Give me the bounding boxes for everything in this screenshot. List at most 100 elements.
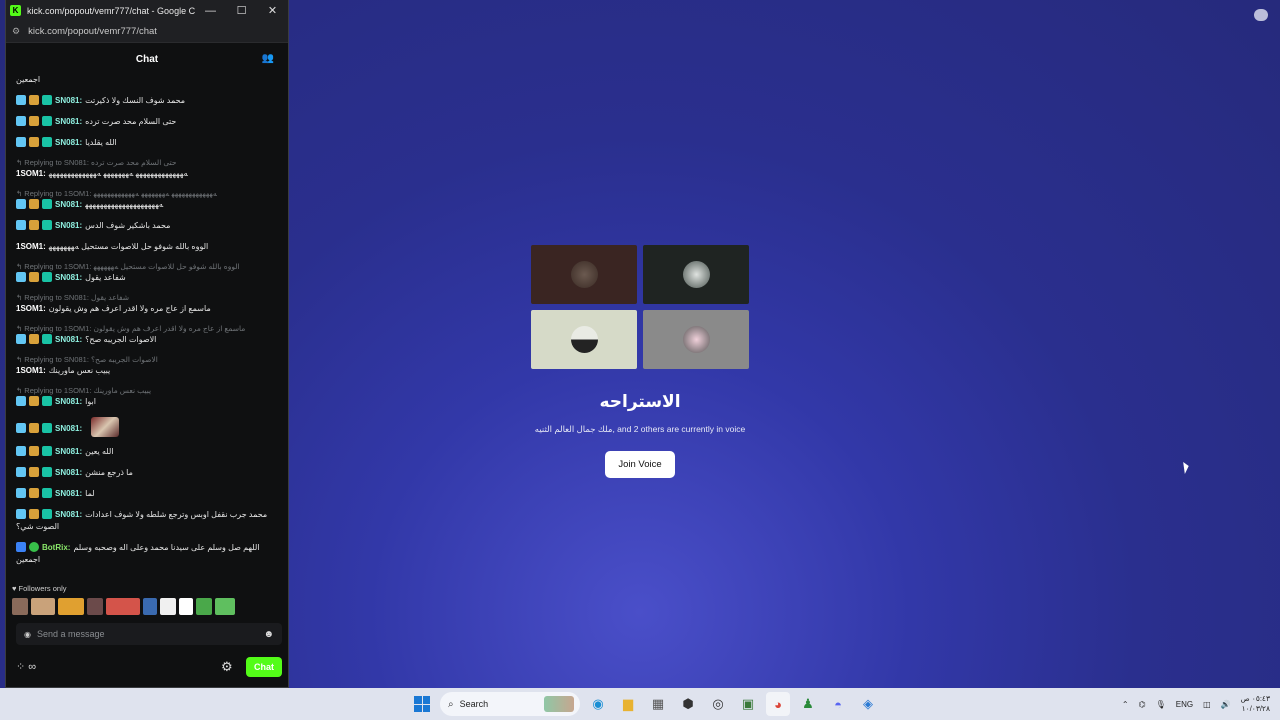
discord-icon[interactable]: ◓ (826, 692, 850, 716)
reply-context[interactable]: ↰ Replying to 1SOM1: يبيب نعس ماورينك (16, 386, 280, 395)
emote[interactable] (12, 598, 28, 615)
store-icon[interactable]: ▦ (646, 692, 670, 716)
send-chat-button[interactable]: Chat (246, 657, 282, 677)
message-input[interactable]: ◉ Send a message ☻ (16, 623, 282, 645)
taskbar-search[interactable]: ⌕ Search (440, 692, 580, 716)
reply-context[interactable]: ↰ Replying to 1SOM1: الووه بالله شوفو حل … (16, 262, 280, 271)
volume-icon[interactable]: 🔊 (1221, 700, 1231, 709)
mod-badge-icon (16, 95, 26, 105)
crown-badge-icon (29, 334, 39, 344)
users-icon[interactable]: 👥 (262, 53, 274, 64)
reply-context[interactable]: ↰ Replying to 1SOM1: ماسمع از عاج مره ولا… (16, 324, 280, 333)
message-username[interactable]: SN081: (55, 200, 82, 209)
message-username[interactable]: SN081: (55, 138, 82, 147)
mod-badge-icon (16, 220, 26, 230)
message-username[interactable]: SN081: (55, 335, 82, 344)
emote[interactable] (143, 598, 157, 615)
emote[interactable] (106, 598, 140, 615)
emote[interactable] (87, 598, 103, 615)
maximize-button[interactable]: ☐ (226, 4, 257, 17)
language-indicator[interactable]: ENG (1176, 700, 1193, 709)
chat-message[interactable]: SN081: محمد باشكير شوف الدس (16, 220, 280, 232)
steam-icon[interactable]: ◎ (706, 692, 730, 716)
chat-message[interactable]: 1SOM1: يبيب نعس ماورينك (16, 365, 280, 377)
network-icon[interactable]: ⌬ (1139, 700, 1146, 709)
followers-only-label: ♥ Followers only (12, 584, 66, 593)
message-username[interactable]: SN081: (55, 221, 82, 230)
emote[interactable] (58, 598, 84, 615)
chat-tools-icon[interactable]: ⁘ ∞ (16, 660, 36, 673)
settings-gear-icon[interactable]: ⚙ (221, 659, 233, 675)
message-username[interactable]: BotRix: (42, 543, 70, 552)
app-icon[interactable]: ◈ (856, 692, 880, 716)
file-explorer-icon[interactable]: ▆ (616, 692, 640, 716)
chat-message[interactable]: SN081: لما (16, 488, 280, 500)
emoji-icon[interactable]: ☻ (263, 629, 274, 640)
chat-message[interactable]: 1SOM1: ماسمع از عاج مره ولا اقدر اعرف هم … (16, 303, 280, 315)
mod-badge-icon (16, 334, 26, 344)
chat-message[interactable]: SN081: الله يعين (16, 446, 280, 458)
clock[interactable]: ٠٥:٤٣ ص ١٠/٠٣/٢٨ (1241, 694, 1270, 714)
app-icon[interactable]: ⬢ (676, 692, 700, 716)
chat-message[interactable]: SN081: ابوا (16, 396, 280, 408)
join-voice-button[interactable]: Join Voice (605, 451, 675, 478)
chevron-up-icon[interactable]: ⌃ (1122, 700, 1129, 709)
message-username[interactable]: SN081: (55, 489, 82, 498)
start-button[interactable] (410, 692, 434, 716)
taskbar: ⌕ Search ◉ ▆ ▦ ⬢ ◎ ▣ ◕ ♟ ◓ ◈ ⌃ ⌬ 🎙 ENG ◫… (0, 688, 1280, 720)
chat-message[interactable]: 1SOM1: ﻪﻬﻬﻬﻬﻬﻬﻬﻬﻬﻬﻬﻬﻬ ﻪﻬﻬﻬﻬﻬﻬﻬ ﻪﻬﻬﻬﻬﻬﻬﻬﻬﻬ… (16, 168, 280, 180)
message-username[interactable]: SN081: (55, 510, 82, 519)
game-icon[interactable]: ▣ (736, 692, 760, 716)
microphone-icon[interactable]: 🎙 (1156, 700, 1166, 709)
message-username[interactable]: SN081: (55, 96, 82, 105)
chat-message[interactable]: SN081: شفاعد يقول (16, 272, 280, 284)
emote[interactable] (215, 598, 235, 615)
chat-message[interactable]: 1SOM1: الووه بالله شوفو حل للاصوات مستحيل… (16, 241, 280, 253)
site-info-icon[interactable]: ⚙ (12, 26, 20, 37)
wifi-icon[interactable]: ◫ (1203, 700, 1211, 709)
message-list: SN081: محمد شوف النسك ولا ذكيرتت SN081: حتى… (16, 95, 280, 566)
message-username[interactable]: SN081: (55, 424, 82, 433)
minimize-button[interactable]: — (195, 5, 226, 17)
vip-badge-icon (42, 272, 52, 282)
emote[interactable] (160, 598, 176, 615)
chat-message[interactable]: SN081: (16, 417, 280, 437)
message-username[interactable]: 1SOM1: (16, 242, 46, 251)
mod-badge-icon (16, 272, 26, 282)
message-username[interactable]: SN081: (55, 273, 82, 282)
reply-context[interactable]: ↰ Replying to SN081: الاصوات الجريبه صح؟ (16, 355, 280, 364)
crown-badge-icon (29, 467, 39, 477)
reply-context[interactable]: ↰ Replying to 1SOM1: ﻪﻬﻬﻬﻬﻬﻬﻬﻬﻬﻬﻬﻬ ﻪﻬﻬﻬﻬﻬ… (16, 189, 280, 198)
chat-message[interactable]: BotRix: اللهم صل وسلم على سيدنا محمد وعلى… (16, 542, 280, 566)
participant-avatar (683, 261, 710, 288)
emote[interactable] (179, 598, 193, 615)
close-button[interactable]: ✕ (257, 4, 288, 17)
edge-icon[interactable]: ◉ (586, 692, 610, 716)
message-username[interactable]: SN081: (55, 468, 82, 477)
reply-context[interactable]: ↰ Replying to SN081: حتى السلام محد صرت ت… (16, 158, 280, 167)
message-username[interactable]: 1SOM1: (16, 304, 46, 313)
emote[interactable] (196, 598, 212, 615)
chat-message[interactable]: SN081: الاصوات الجريبه صح؟ (16, 334, 280, 346)
chat-message[interactable]: SN081: ﻪﻬﻬﻬﻬﻬﻬﻬﻬﻬﻬﻬﻬﻬﻬﻬﻬﻬﻬﻬﻬ (16, 199, 280, 211)
chat-message[interactable]: SN081: محمد جرب نقفل اوبس وترجع شلطه ولا … (16, 509, 280, 533)
emote[interactable] (31, 598, 55, 615)
chat-messages[interactable]: اجمعين SN081: محمد شوف النسك ولا ذكيرتت SN… (6, 74, 288, 582)
chat-message[interactable]: SN081: الله يقلديا (16, 137, 280, 149)
message-text: ماسمع از عاج مره ولا اقدر اعرف هم وش يقو… (48, 304, 211, 313)
message-username[interactable]: 1SOM1: (16, 169, 46, 178)
chrome-icon[interactable]: ◕ (766, 692, 790, 716)
chat-message[interactable]: SN081: محمد شوف النسك ولا ذكيرتت (16, 95, 280, 107)
reply-context[interactable]: ↰ Replying to SN081: شفاعد يقول (16, 293, 280, 302)
message-text: محمد شوف النسك ولا ذكيرتت (85, 96, 186, 105)
address-bar[interactable]: ⚙ kick.com/popout/vemr777/chat (6, 21, 288, 43)
record-icon[interactable]: ◉ (24, 630, 31, 639)
chat-bubble-icon[interactable] (1254, 9, 1268, 21)
game-launcher-icon[interactable]: ♟ (796, 692, 820, 716)
message-username[interactable]: SN081: (55, 117, 82, 126)
message-username[interactable]: 1SOM1: (16, 366, 46, 375)
message-username[interactable]: SN081: (55, 447, 82, 456)
chat-message[interactable]: SN081: حتى السلام محد صرت ترده (16, 116, 280, 128)
chat-message[interactable]: SN081: ما ذرجع منشن (16, 467, 280, 479)
message-username[interactable]: SN081: (55, 397, 82, 406)
